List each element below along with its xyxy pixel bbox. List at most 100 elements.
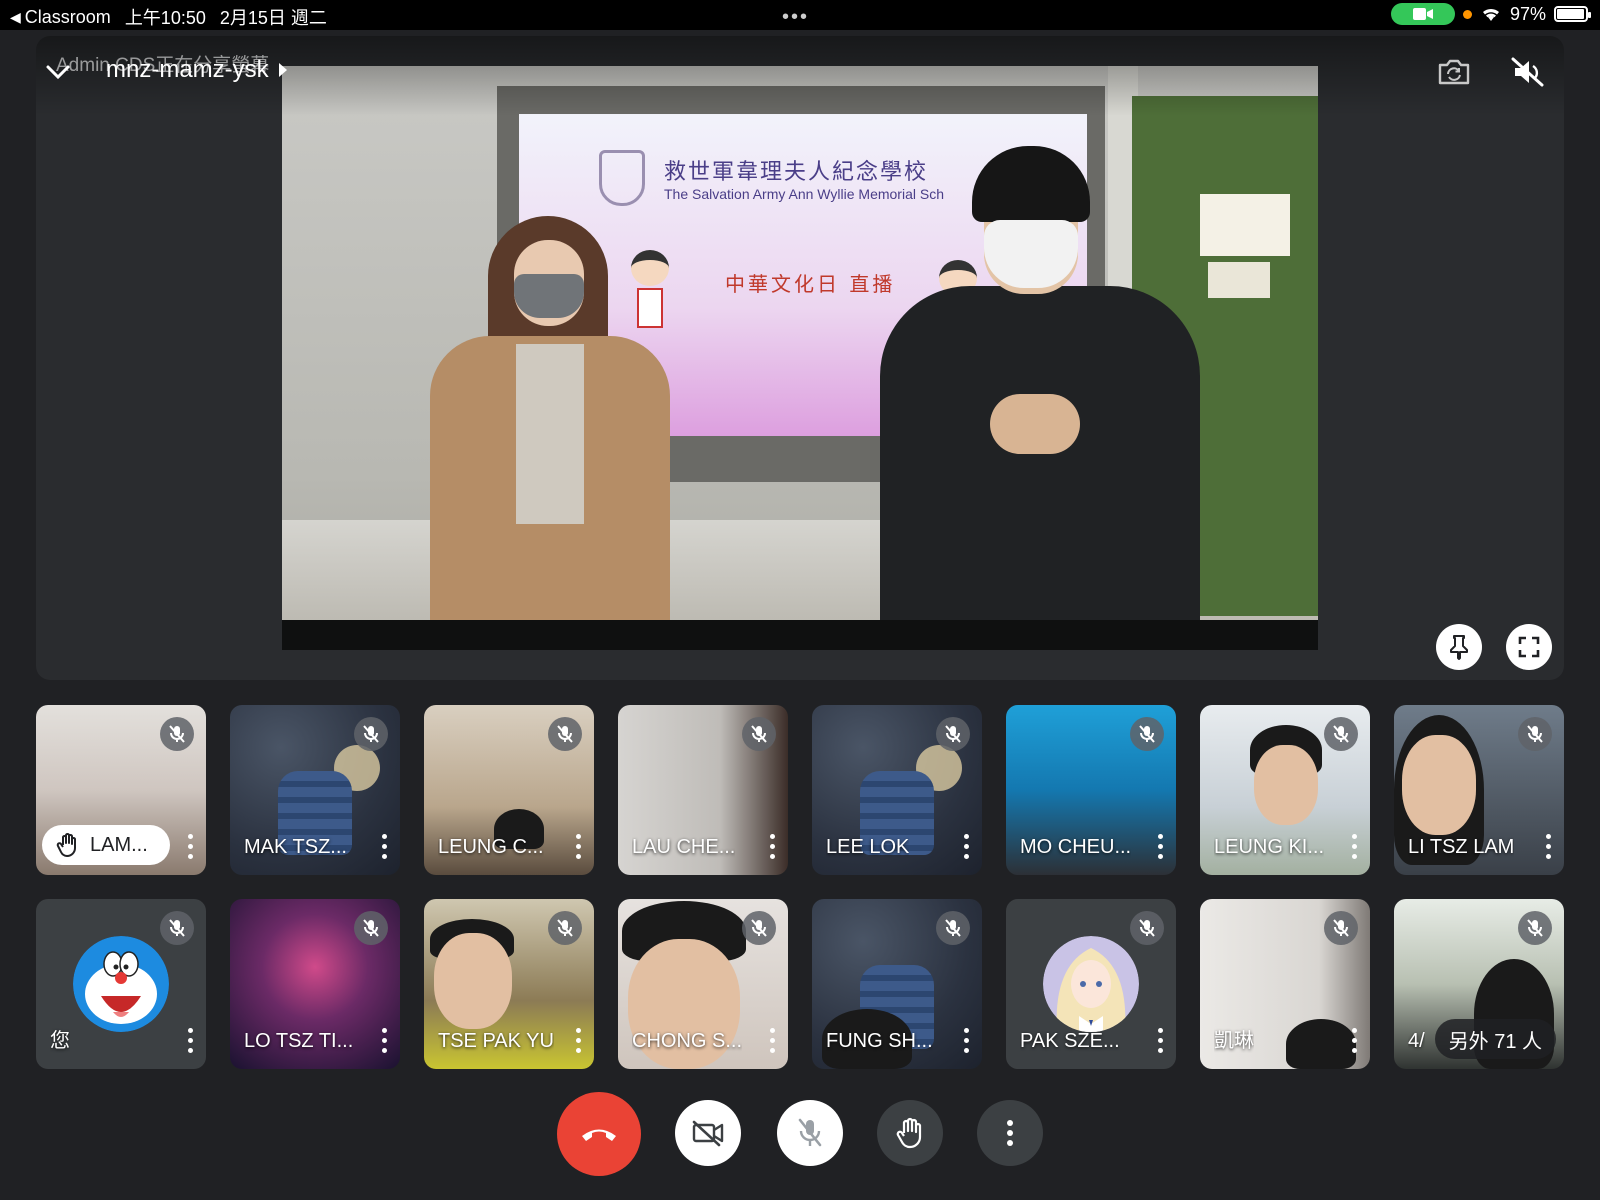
more-options-icon[interactable]: [958, 1025, 974, 1055]
fullscreen-button[interactable]: [1506, 624, 1552, 670]
participant-tile[interactable]: FUNG SH...: [812, 899, 982, 1069]
participant-name: LEE LOK: [826, 836, 910, 858]
participant-name: LO TSZ TI...: [244, 1030, 354, 1052]
participant-name: 您: [50, 1030, 70, 1052]
multitask-dots-icon[interactable]: •••: [782, 6, 809, 29]
more-options-icon[interactable]: [764, 1025, 780, 1055]
wifi-icon: [1482, 8, 1499, 21]
status-bar-right: 97%: [1390, 3, 1591, 25]
participant-tile[interactable]: MO CHEU...: [1006, 705, 1176, 875]
mic-muted-icon: [1130, 911, 1164, 945]
school-crest-icon: [599, 150, 645, 206]
more-options-icon[interactable]: [570, 1025, 586, 1055]
more-options-icon[interactable]: [764, 831, 780, 861]
participant-name: LAM...: [90, 833, 148, 856]
more-options-icon[interactable]: [1152, 1025, 1168, 1055]
mic-muted-icon: [548, 717, 582, 751]
raised-hand-icon: [56, 833, 76, 857]
participant-tile[interactable]: LAU CHE...: [618, 705, 788, 875]
event-title: 中華文化日 直播: [725, 272, 896, 296]
switch-camera-icon[interactable]: [1434, 52, 1474, 92]
more-options-icon[interactable]: [182, 831, 198, 861]
raised-hand-badge: LAM...: [42, 825, 170, 865]
status-bar-left: ◀ Classroom 上午10:50 2月15日 週二: [10, 4, 327, 30]
back-triangle-icon: ◀: [10, 8, 21, 25]
mic-muted-icon: [1130, 717, 1164, 751]
participant-tile[interactable]: LI TSZ LAM: [1394, 705, 1564, 875]
more-options-icon[interactable]: [376, 1025, 392, 1055]
more-options-icon[interactable]: [958, 831, 974, 861]
camera-off-button[interactable]: [675, 1100, 741, 1166]
battery-percent: 97%: [1509, 3, 1546, 24]
mic-muted-icon: [1324, 911, 1358, 945]
mic-muted-icon: [354, 717, 388, 751]
posted-notice: [1200, 194, 1290, 256]
participant-name: PAK SZE...: [1020, 1030, 1120, 1052]
hang-up-icon: [582, 1129, 616, 1141]
battery-fill: [1557, 9, 1585, 19]
participant-name: MAK TSZ...: [244, 836, 347, 858]
participant-tile[interactable]: PAK SZE...: [1006, 899, 1176, 1069]
more-options-icon[interactable]: [1346, 831, 1362, 861]
more-options-icon[interactable]: [1152, 831, 1168, 861]
presenter-man: [880, 146, 1200, 650]
participant-row-2: 您 LO TSZ TI... TSE PAK YU CHONG S... FUN…: [36, 899, 1564, 1069]
posted-notice: [1208, 262, 1270, 298]
participant-name: 4/: [1408, 1030, 1425, 1052]
mic-muted-icon: [742, 911, 776, 945]
mic-off-icon: [798, 1118, 822, 1147]
more-vert-icon: [1007, 1120, 1013, 1146]
mic-muted-icon: [936, 717, 970, 751]
others-tile[interactable]: 4/ 另外 71 人: [1394, 899, 1564, 1069]
status-date: 2月15日 週二: [219, 8, 327, 28]
presenter-woman: [430, 216, 670, 650]
mic-muted-icon: [160, 717, 194, 751]
mic-muted-icon: [1324, 717, 1358, 751]
participant-tile[interactable]: TSE PAK YU: [424, 899, 594, 1069]
more-options-icon[interactable]: [376, 831, 392, 861]
more-options-button[interactable]: [977, 1100, 1043, 1166]
others-count-badge[interactable]: 另外 71 人: [1434, 1019, 1556, 1059]
participant-name: LEUNG KI...: [1214, 836, 1325, 858]
participant-tile[interactable]: LEUNG KI...: [1200, 705, 1370, 875]
speaker-muted-icon[interactable]: [1508, 52, 1548, 92]
caret-right-icon: [278, 63, 287, 77]
participant-tile[interactable]: MAK TSZ...: [230, 705, 400, 875]
pin-button[interactable]: [1436, 624, 1482, 670]
participant-tile[interactable]: 凱琳: [1200, 899, 1370, 1069]
recording-indicator-icon: [1462, 9, 1472, 19]
participant-name: CHONG S...: [632, 1030, 743, 1052]
back-to-app-button[interactable]: ◀ Classroom: [10, 7, 111, 28]
participant-name: MO CHEU...: [1020, 836, 1132, 858]
participant-tile[interactable]: LEE LOK: [812, 705, 982, 875]
video-letterbox: [282, 620, 1318, 650]
more-options-icon[interactable]: [182, 1025, 198, 1055]
self-tile[interactable]: 您: [36, 899, 206, 1069]
participant-name: LI TSZ LAM: [1408, 836, 1515, 858]
end-call-button[interactable]: [557, 1092, 641, 1176]
participant-name: FUNG SH...: [826, 1030, 933, 1052]
raise-hand-button[interactable]: [877, 1100, 943, 1166]
more-options-icon[interactable]: [1346, 1025, 1362, 1055]
mic-off-button[interactable]: [777, 1100, 843, 1166]
more-options-icon[interactable]: [1540, 831, 1556, 861]
mic-muted-icon: [1518, 911, 1552, 945]
participant-row-1: LAM... MAK TSZ... LEUNG C... LAU CHE... …: [36, 705, 1564, 875]
participant-tile[interactable]: CHONG S...: [618, 899, 788, 1069]
back-app-label: Classroom: [24, 6, 111, 27]
raise-hand-icon: [896, 1117, 922, 1149]
mic-muted-icon: [354, 911, 388, 945]
video-off-icon: [692, 1120, 724, 1147]
doraemon-avatar: [73, 936, 169, 1032]
fullscreen-icon: [1518, 636, 1540, 658]
more-options-icon[interactable]: [570, 831, 586, 861]
participant-tile[interactable]: LO TSZ TI...: [230, 899, 400, 1069]
meeting-code-button[interactable]: mnz-mamz-ysk: [106, 56, 287, 84]
mic-muted-icon: [1518, 717, 1552, 751]
shared-screen-video[interactable]: 救世軍韋理夫人紀念學校 The Salvation Army Ann Wylli…: [282, 66, 1318, 650]
pin-icon: [1450, 635, 1468, 660]
participant-tile[interactable]: LAM...: [36, 705, 206, 875]
anime-avatar: [1043, 936, 1139, 1032]
participant-name: LEUNG C...: [438, 836, 544, 858]
participant-tile[interactable]: LEUNG C...: [424, 705, 594, 875]
